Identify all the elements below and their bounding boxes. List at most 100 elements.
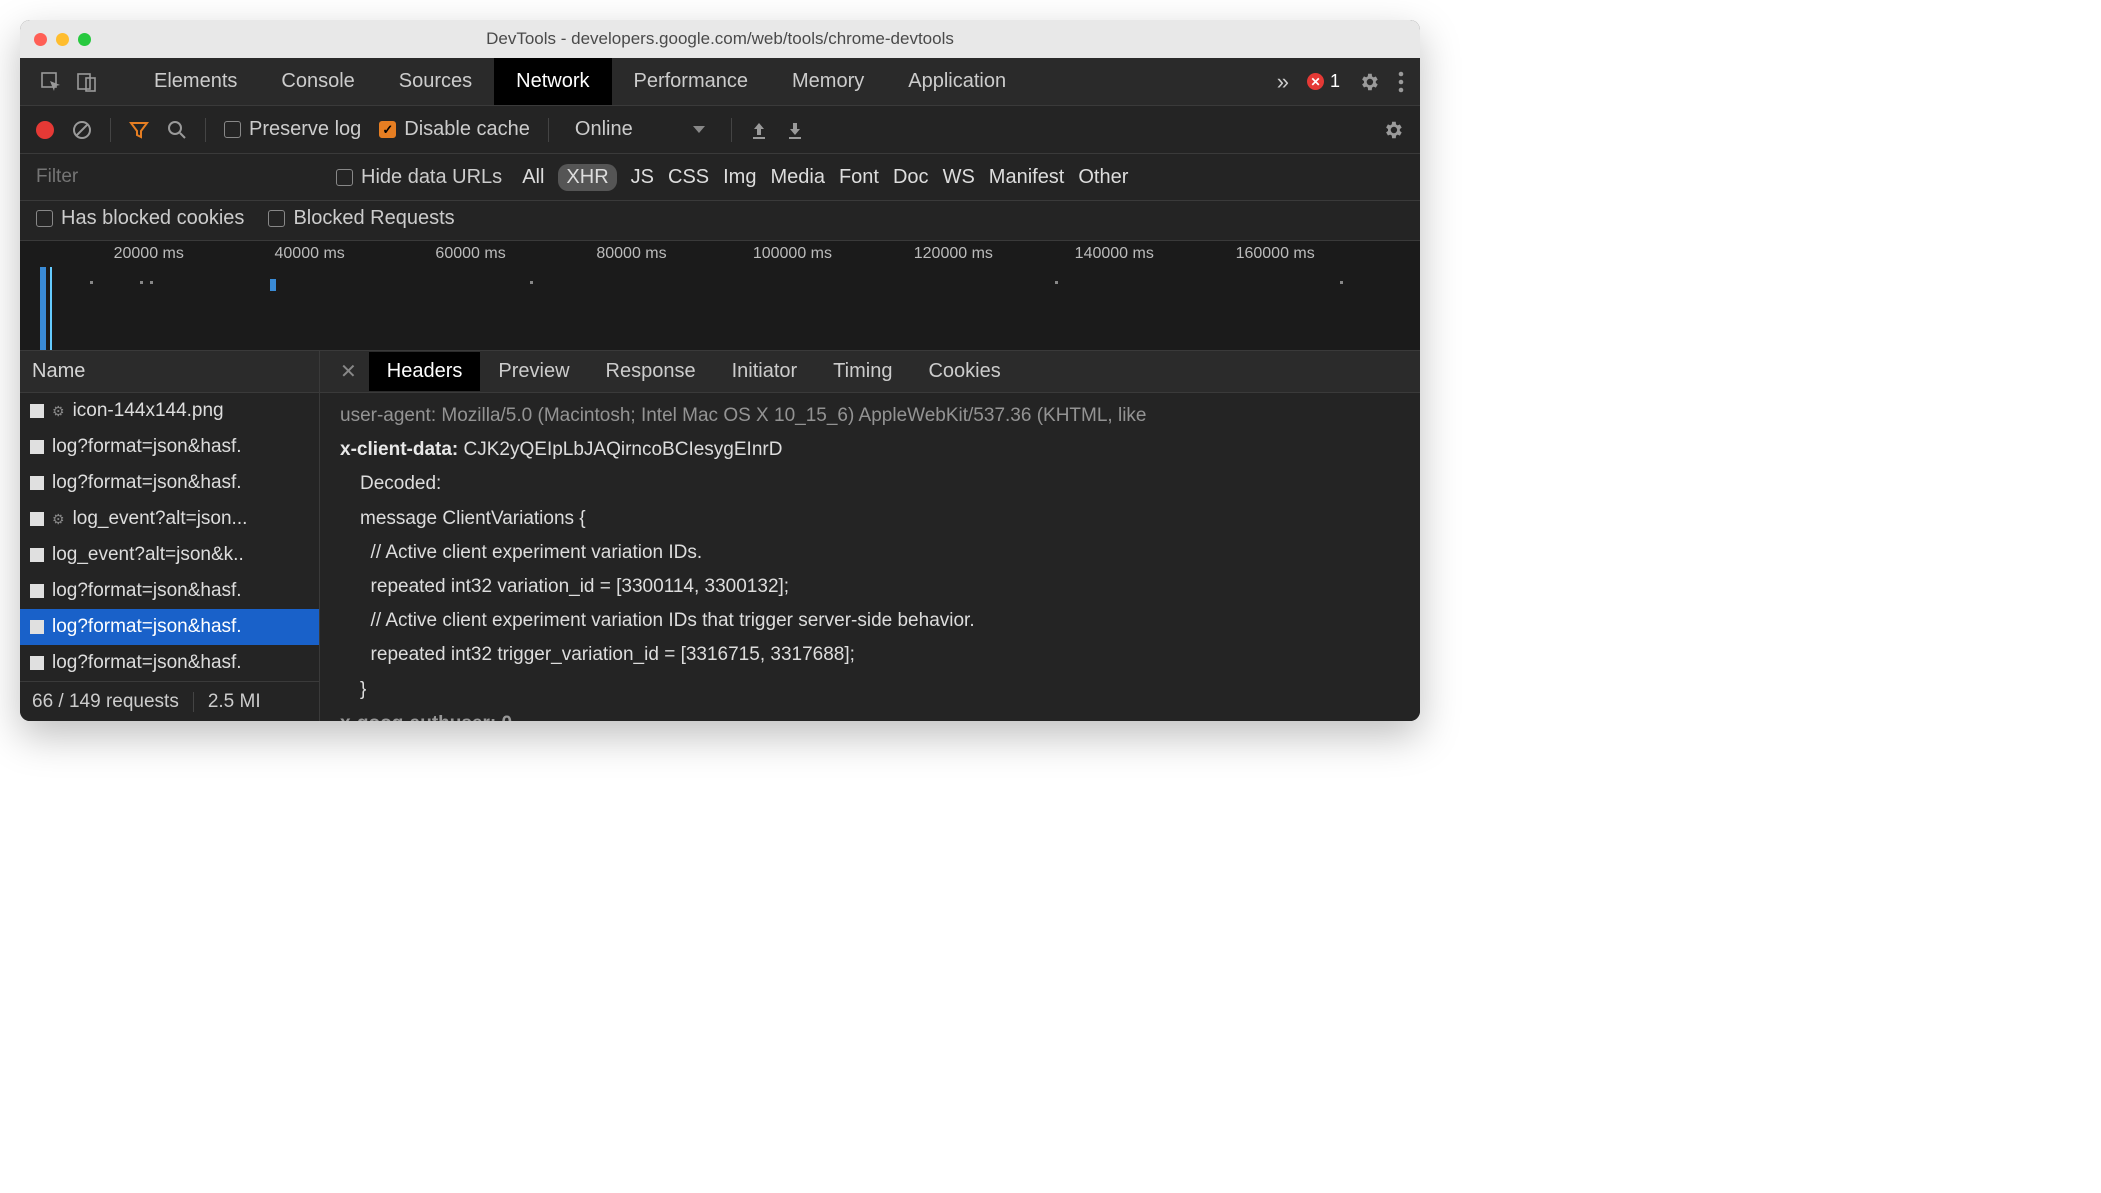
blocked-requests-checkbox[interactable]: Blocked Requests bbox=[268, 207, 454, 230]
error-count: 1 bbox=[1330, 71, 1340, 92]
filter-type-all[interactable]: All bbox=[522, 166, 544, 189]
request-row[interactable]: log?format=json&hasf. bbox=[20, 609, 319, 645]
inspect-element-icon[interactable] bbox=[36, 67, 66, 97]
has-blocked-cookies-checkbox[interactable]: Has blocked cookies bbox=[36, 207, 244, 230]
divider bbox=[731, 118, 732, 142]
checkbox-icon bbox=[224, 121, 241, 138]
tab-application[interactable]: Application bbox=[886, 58, 1028, 105]
request-row[interactable]: log_event?alt=json&k.. bbox=[20, 537, 319, 573]
window-title: DevTools - developers.google.com/web/too… bbox=[20, 29, 1420, 49]
request-count: 66 / 149 requests bbox=[32, 691, 179, 713]
divider bbox=[548, 118, 549, 142]
chevron-down-icon bbox=[693, 126, 705, 133]
timeline-overview[interactable]: 20000 ms40000 ms60000 ms80000 ms100000 m… bbox=[20, 241, 1420, 351]
detail-tab-cookies[interactable]: Cookies bbox=[910, 352, 1018, 391]
filter-bar-2: Has blocked cookies Blocked Requests bbox=[20, 201, 1420, 241]
tab-memory[interactable]: Memory bbox=[770, 58, 886, 105]
request-row[interactable]: log?format=json&hasf. bbox=[20, 465, 319, 501]
decoded-comment-1: // Active client experiment variation ID… bbox=[360, 536, 1400, 570]
detail-tab-headers[interactable]: Headers bbox=[369, 352, 481, 391]
timeline-dot bbox=[1055, 281, 1058, 284]
close-detail-icon[interactable]: ✕ bbox=[328, 359, 369, 384]
filter-type-css[interactable]: CSS bbox=[668, 166, 709, 189]
request-row[interactable]: ⚙log_event?alt=json... bbox=[20, 501, 319, 537]
timeline-tick: 120000 ms bbox=[914, 245, 993, 263]
error-icon: ✕ bbox=[1307, 73, 1324, 90]
file-icon bbox=[30, 656, 44, 670]
network-toolbar: Preserve log ✓ Disable cache Online bbox=[20, 106, 1420, 154]
divider bbox=[110, 118, 111, 142]
filter-type-img[interactable]: Img bbox=[723, 166, 756, 189]
filter-type-js[interactable]: JS bbox=[631, 166, 654, 189]
timeline-dot bbox=[1340, 281, 1343, 284]
timeline-dot bbox=[140, 281, 143, 284]
tab-console[interactable]: Console bbox=[259, 58, 376, 105]
download-icon[interactable] bbox=[786, 121, 804, 139]
decoded-message-open: message ClientVariations { bbox=[360, 502, 1400, 536]
preserve-log-checkbox[interactable]: Preserve log bbox=[224, 118, 361, 141]
detail-tabs: ✕ HeadersPreviewResponseInitiatorTimingC… bbox=[320, 351, 1420, 393]
filter-funnel-icon[interactable] bbox=[129, 120, 149, 140]
panel-settings-gear-icon[interactable] bbox=[1382, 119, 1404, 141]
disable-cache-checkbox[interactable]: ✓ Disable cache bbox=[379, 118, 530, 141]
detail-tab-response[interactable]: Response bbox=[588, 352, 714, 391]
filter-type-doc[interactable]: Doc bbox=[893, 166, 929, 189]
kebab-menu-icon[interactable] bbox=[1398, 71, 1404, 93]
search-icon[interactable] bbox=[167, 120, 187, 140]
filter-type-xhr[interactable]: XHR bbox=[558, 164, 616, 191]
request-name: log?format=json&hasf. bbox=[52, 652, 242, 674]
filter-type-font[interactable]: Font bbox=[839, 166, 879, 189]
tab-sources[interactable]: Sources bbox=[377, 58, 494, 105]
titlebar: DevTools - developers.google.com/web/too… bbox=[20, 20, 1420, 58]
decoded-label: Decoded: bbox=[360, 467, 1400, 501]
detail-tab-initiator[interactable]: Initiator bbox=[714, 352, 816, 391]
tab-elements[interactable]: Elements bbox=[132, 58, 259, 105]
filter-type-media[interactable]: Media bbox=[770, 166, 824, 189]
name-column-header[interactable]: Name bbox=[20, 351, 319, 393]
error-badge[interactable]: ✕ 1 bbox=[1307, 71, 1340, 92]
request-row[interactable]: log?format=json&hasf. bbox=[20, 645, 319, 681]
upload-icon[interactable] bbox=[750, 121, 768, 139]
clear-icon[interactable] bbox=[72, 120, 92, 140]
request-row[interactable]: log?format=json&hasf. bbox=[20, 429, 319, 465]
hide-data-urls-checkbox[interactable]: Hide data URLs bbox=[336, 166, 502, 189]
filter-type-other[interactable]: Other bbox=[1078, 166, 1128, 189]
file-icon bbox=[30, 548, 44, 562]
tab-performance[interactable]: Performance bbox=[612, 58, 771, 105]
filter-input[interactable] bbox=[36, 162, 316, 192]
checkbox-icon bbox=[336, 169, 353, 186]
filter-bar: Hide data URLs All XHR JS CSS Img Media Font Do… bbox=[20, 154, 1420, 201]
more-tabs-button[interactable]: » bbox=[1277, 69, 1289, 95]
file-icon bbox=[30, 476, 44, 490]
checkbox-icon bbox=[268, 210, 285, 227]
request-name: icon-144x144.png bbox=[73, 400, 224, 422]
timeline-dot bbox=[150, 281, 153, 284]
settings-gear-icon[interactable] bbox=[1358, 71, 1380, 93]
main-tab-bar: ElementsConsoleSourcesNetworkPerformance… bbox=[20, 58, 1420, 106]
filter-type-ws[interactable]: WS bbox=[943, 166, 975, 189]
timeline-dot bbox=[530, 281, 533, 284]
record-button[interactable] bbox=[36, 121, 54, 139]
decoded-line-2: repeated int32 trigger_variation_id = [3… bbox=[360, 638, 1400, 672]
decoded-message-close: } bbox=[360, 673, 1400, 707]
timeline-tick: 40000 ms bbox=[275, 245, 345, 263]
detail-tab-preview[interactable]: Preview bbox=[480, 352, 587, 391]
filter-type-manifest[interactable]: Manifest bbox=[989, 166, 1065, 189]
timeline-tick: 160000 ms bbox=[1236, 245, 1315, 263]
decoded-comment-2: // Active client experiment variation ID… bbox=[360, 604, 1400, 638]
label: Has blocked cookies bbox=[61, 207, 244, 230]
device-toolbar-icon[interactable] bbox=[72, 67, 102, 97]
gear-icon: ⚙ bbox=[52, 403, 65, 420]
tab-network[interactable]: Network bbox=[494, 58, 611, 105]
request-row[interactable]: log?format=json&hasf. bbox=[20, 573, 319, 609]
timeline-tick: 60000 ms bbox=[435, 245, 505, 263]
label: Blocked Requests bbox=[293, 207, 454, 230]
request-name: log?format=json&hasf. bbox=[52, 616, 242, 638]
transfer-size: 2.5 MI bbox=[208, 691, 261, 713]
detail-panel: ✕ HeadersPreviewResponseInitiatorTimingC… bbox=[320, 351, 1420, 721]
file-icon bbox=[30, 620, 44, 634]
request-row[interactable]: ⚙ icon-144x144.png bbox=[20, 393, 319, 429]
timeline-marker bbox=[40, 267, 46, 350]
throttle-select[interactable]: Online bbox=[567, 118, 713, 141]
detail-tab-timing[interactable]: Timing bbox=[815, 352, 910, 391]
